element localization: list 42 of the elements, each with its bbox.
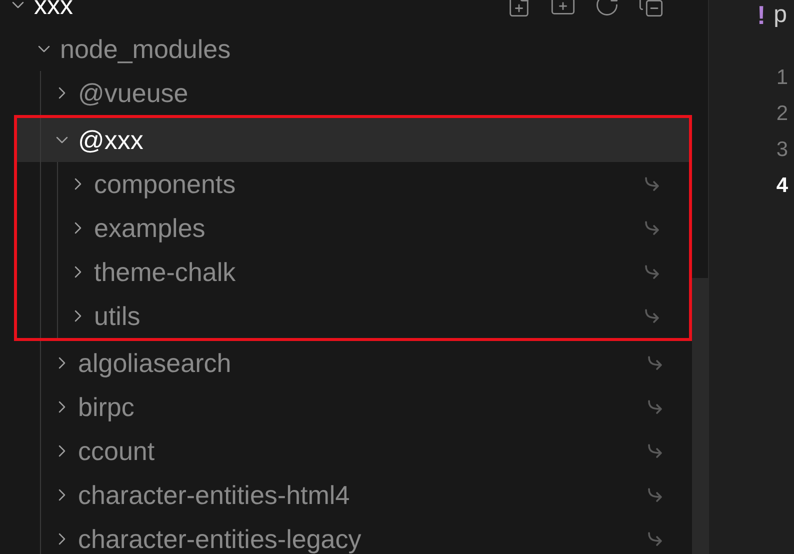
scrollbar[interactable] [692, 278, 708, 554]
tab-title[interactable]: p [774, 3, 788, 27]
tree-row[interactable]: xxx [0, 0, 692, 27]
tree-row[interactable]: @vueuse [0, 71, 692, 115]
folder-name[interactable]: algoliasearch [78, 348, 232, 378]
curved-arrow-icon [646, 355, 664, 371]
line-number: 4 [776, 173, 788, 199]
curved-arrow-icon [646, 531, 664, 547]
folder-name[interactable]: xxx [34, 0, 73, 20]
curved-arrow-icon [646, 443, 664, 459]
curved-arrow-icon [646, 399, 664, 415]
tree-row[interactable]: algoliasearch [0, 341, 692, 385]
folder-name[interactable]: ccount [78, 436, 155, 466]
curved-arrow-icon [643, 308, 661, 324]
folder-name[interactable]: @vueuse [78, 78, 188, 108]
curved-arrow-icon [643, 176, 661, 192]
tree-row[interactable]: birpc [0, 385, 692, 429]
line-number: 2 [776, 101, 788, 127]
tree-row[interactable]: examples [17, 206, 689, 250]
tree-row[interactable]: theme-chalk [17, 250, 689, 294]
folder-name[interactable]: node_modules [60, 34, 231, 64]
tree-row[interactable]: utils [17, 294, 689, 338]
line-number: 1 [776, 65, 788, 91]
tab-icon: ! [757, 2, 766, 28]
folder-name[interactable]: birpc [78, 392, 134, 422]
tree-row[interactable]: character-entities-legacy [0, 517, 692, 554]
folder-name[interactable]: character-entities-html4 [78, 480, 350, 510]
tree-row[interactable]: @xxx [17, 118, 689, 162]
folder-name[interactable]: examples [94, 213, 206, 243]
folder-name[interactable]: components [94, 169, 236, 199]
tree-row[interactable]: node_modules [0, 27, 692, 71]
tree-row[interactable]: character-entities-html4 [0, 473, 692, 517]
line-number: 3 [776, 137, 788, 163]
tree-row[interactable]: ccount [0, 429, 692, 473]
folder-name[interactable]: utils [94, 301, 140, 331]
folder-name[interactable]: @xxx [78, 125, 144, 155]
curved-arrow-icon [643, 220, 661, 236]
tree-row[interactable]: components [17, 162, 689, 206]
curved-arrow-icon [643, 264, 661, 280]
curved-arrow-icon [646, 487, 664, 503]
folder-name[interactable]: theme-chalk [94, 257, 236, 287]
folder-name[interactable]: character-entities-legacy [78, 524, 362, 554]
